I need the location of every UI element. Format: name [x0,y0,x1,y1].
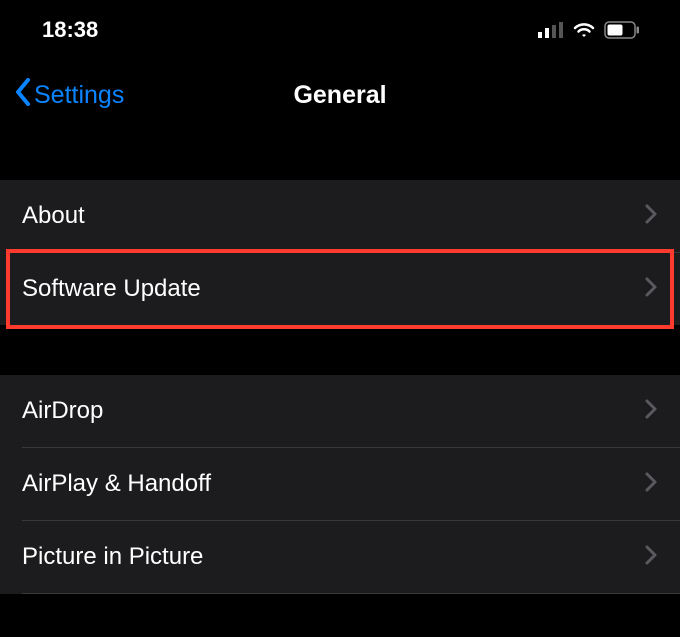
status-icons [538,21,640,39]
row-software-update[interactable]: Software Update [0,253,680,325]
chevron-right-icon [644,203,658,230]
row-label-pip: Picture in Picture [22,543,203,571]
row-label-about: About [22,202,85,230]
battery-icon [604,21,640,39]
row-picture-in-picture[interactable]: Picture in Picture [0,521,680,593]
section-spacer [0,325,680,375]
chevron-right-icon [644,398,658,425]
section-general-info: About Software Update [0,180,680,325]
row-label-airdrop: AirDrop [22,397,103,425]
back-label: Settings [34,81,124,110]
divider [22,593,680,594]
row-airdrop[interactable]: AirDrop [0,375,680,447]
nav-bar: Settings General [0,60,680,130]
chevron-left-icon [14,77,32,113]
chevron-right-icon [644,471,658,498]
chevron-right-icon [644,276,658,303]
nav-title: General [293,81,386,110]
cellular-signal-icon [538,22,564,38]
section-connectivity: AirDrop AirPlay & Handoff Picture in Pic… [0,375,680,594]
chevron-right-icon [644,544,658,571]
section-spacer [0,130,680,180]
row-label-airplay: AirPlay & Handoff [22,470,211,498]
back-button[interactable]: Settings [0,77,124,113]
status-time: 18:38 [42,17,98,43]
row-airplay-handoff[interactable]: AirPlay & Handoff [0,448,680,520]
row-label-software-update: Software Update [22,275,201,303]
row-about[interactable]: About [0,180,680,252]
wifi-icon [572,21,596,39]
status-bar: 18:38 [0,0,680,60]
